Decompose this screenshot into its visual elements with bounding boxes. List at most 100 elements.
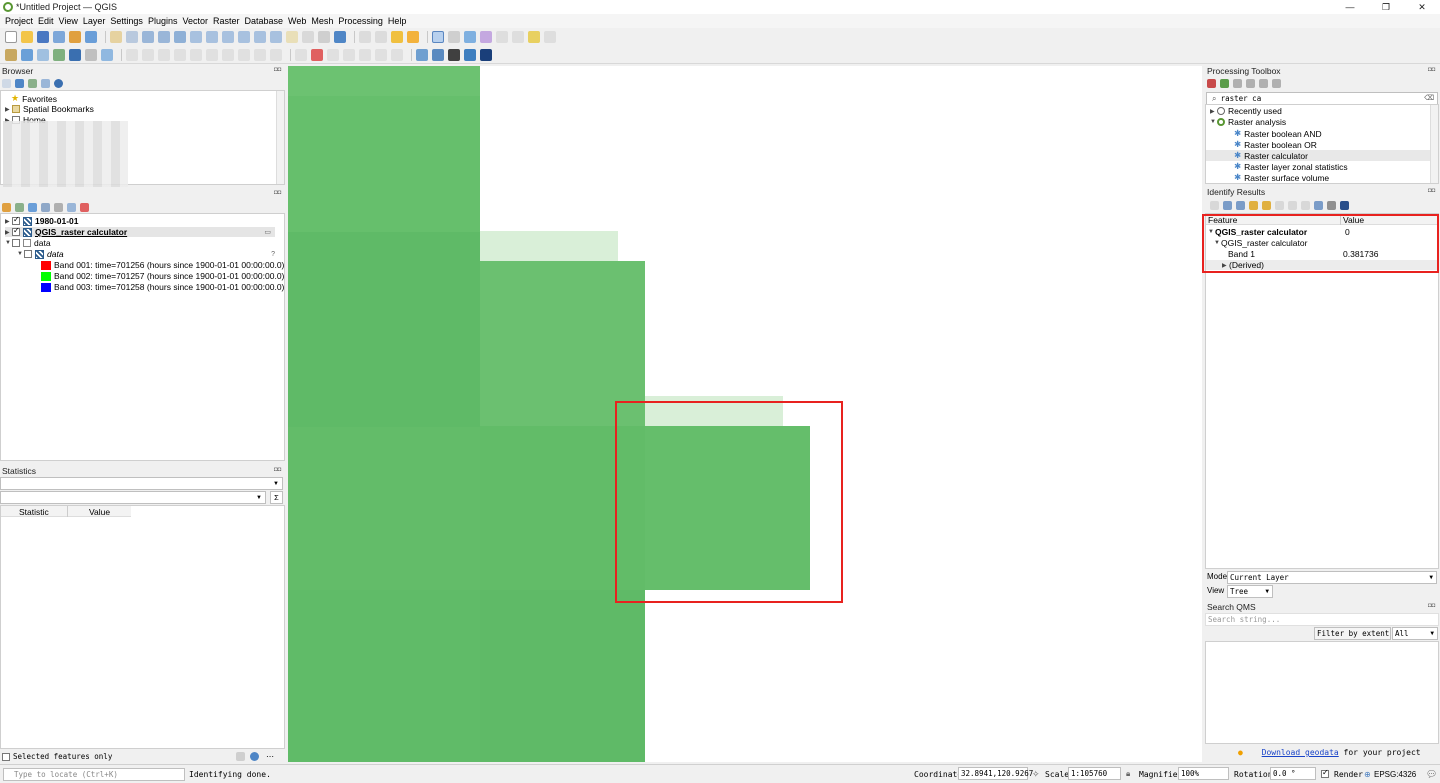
- menu-plugins[interactable]: Plugins: [148, 16, 178, 26]
- scripts-icon[interactable]: [1220, 78, 1229, 88]
- copy-features-icon[interactable]: [222, 48, 234, 61]
- measure-icon[interactable]: [496, 31, 508, 43]
- layer-item-1980[interactable]: ▶ 1980-01-01: [5, 215, 78, 226]
- algorithm-raster-calculator[interactable]: ✱ Raster calculator: [1206, 150, 1431, 161]
- expand-tree-icon[interactable]: [1210, 200, 1219, 210]
- maximize-button[interactable]: ❐: [1368, 0, 1404, 14]
- refresh-stats-icon[interactable]: [250, 752, 259, 761]
- zoom-next-icon[interactable]: [270, 31, 282, 43]
- refresh-icon[interactable]: [334, 31, 346, 43]
- algorithm-raster-boolean-and[interactable]: ✱ Raster boolean AND: [1234, 128, 1322, 139]
- redo-icon[interactable]: [270, 48, 282, 61]
- temporal-controller-icon[interactable]: [318, 31, 330, 43]
- open-project-icon[interactable]: [21, 31, 33, 43]
- layer-item-data[interactable]: ▼ data ?: [17, 249, 279, 259]
- dock-float-icon[interactable]: ◘◘: [1428, 603, 1438, 609]
- render-checkbox[interactable]: [1321, 768, 1329, 778]
- add-wms-icon[interactable]: [85, 48, 97, 61]
- statistics-field-combo[interactable]: ▼: [0, 491, 266, 504]
- selected-features-checkbox[interactable]: [2, 752, 10, 761]
- toolbox-scrollbar[interactable]: [1430, 105, 1438, 183]
- select-by-value-icon[interactable]: [391, 31, 403, 43]
- menu-settings[interactable]: Settings: [110, 16, 143, 26]
- identify-settings-icon[interactable]: [1327, 200, 1336, 210]
- layer-visibility-checkbox[interactable]: [12, 226, 20, 236]
- zoom-native-icon[interactable]: [238, 31, 250, 43]
- pan-icon[interactable]: [110, 31, 122, 43]
- change-label-icon[interactable]: [391, 48, 403, 61]
- select-features-icon[interactable]: [375, 31, 387, 43]
- menu-layer[interactable]: Layer: [83, 16, 106, 26]
- cut-features-icon[interactable]: [206, 48, 218, 61]
- new-project-icon[interactable]: [5, 31, 17, 43]
- map-tips-icon[interactable]: [512, 31, 524, 43]
- save-project-icon[interactable]: [37, 31, 49, 43]
- chevron-down-icon[interactable]: ▼: [5, 240, 12, 246]
- web-service-icon[interactable]: [432, 48, 444, 61]
- algorithm-raster-boolean-or[interactable]: ✱ Raster boolean OR: [1234, 139, 1317, 150]
- chevron-down-icon[interactable]: ▼: [1210, 119, 1217, 125]
- pin-labels-icon[interactable]: [327, 48, 339, 61]
- manage-themes-icon[interactable]: [28, 202, 37, 212]
- globe-icon[interactable]: [416, 48, 428, 61]
- expand-all-icon[interactable]: [54, 202, 63, 212]
- vertex-tool-icon[interactable]: [174, 48, 186, 61]
- plugin-icon[interactable]: [448, 48, 460, 61]
- show-labels-icon[interactable]: [343, 48, 355, 61]
- locator-search-input[interactable]: Type to locate (Ctrl+K): [3, 767, 185, 781]
- rotation-spinbox[interactable]: 0.0 °: [1270, 767, 1316, 780]
- algorithm-zonal-statistics[interactable]: ✱ Raster layer zonal statistics: [1234, 161, 1348, 172]
- open-styling-icon[interactable]: [2, 202, 11, 212]
- zoom-selection-icon[interactable]: [206, 31, 218, 43]
- more-options-button[interactable]: ⋯: [266, 752, 274, 761]
- processing-toolbox-icon[interactable]: [464, 31, 476, 43]
- undo-icon[interactable]: [254, 48, 266, 61]
- add-feature-icon[interactable]: [158, 48, 170, 61]
- expression-button[interactable]: Σ: [270, 491, 283, 504]
- filter-browser-icon[interactable]: [28, 78, 37, 88]
- menu-vector[interactable]: Vector: [182, 16, 208, 26]
- mode-combo[interactable]: Current Layer ▼: [1227, 571, 1437, 584]
- browser-item-bookmarks[interactable]: ▶ Spatial Bookmarks: [5, 104, 94, 114]
- filter-legend-icon[interactable]: [41, 202, 50, 212]
- save-as-icon[interactable]: [53, 31, 65, 43]
- new-layer-icon[interactable]: [101, 48, 113, 61]
- python-console-icon[interactable]: [464, 48, 476, 61]
- add-vector-layer-icon[interactable]: [21, 48, 33, 61]
- close-button[interactable]: ✕: [1404, 0, 1440, 14]
- statistical-summary-icon[interactable]: [480, 31, 492, 43]
- models-icon[interactable]: [1207, 78, 1216, 88]
- collapse-tree-icon[interactable]: [1223, 200, 1232, 210]
- layer-item-raster-calc[interactable]: ▶ QGIS_raster calculator ▭: [5, 226, 275, 237]
- chevron-right-icon[interactable]: ▶: [1210, 108, 1217, 115]
- zoom-full-icon[interactable]: [190, 31, 202, 43]
- toolbox-recently-used[interactable]: ▶ Recently used: [1210, 106, 1282, 116]
- rotate-label-icon[interactable]: [375, 48, 387, 61]
- paste-features-icon[interactable]: [238, 48, 250, 61]
- browser-scrollbar[interactable]: [276, 91, 284, 184]
- bookmark-icon[interactable]: [302, 31, 314, 43]
- help-icon[interactable]: ?: [271, 251, 275, 258]
- info-icon[interactable]: [54, 78, 63, 88]
- statistics-layer-combo[interactable]: ▼: [0, 477, 283, 490]
- zoom-rubber-band-icon[interactable]: [174, 31, 186, 43]
- annotation-icon[interactable]: [528, 31, 540, 43]
- toolbox-group-raster-analysis[interactable]: ▼ Raster analysis: [1210, 117, 1286, 127]
- select-mode-icon[interactable]: [1314, 200, 1323, 210]
- expand-new-icon[interactable]: [1236, 200, 1245, 210]
- menu-view[interactable]: View: [59, 16, 78, 26]
- edit-features-in-place-icon[interactable]: [1259, 78, 1268, 88]
- add-group-icon[interactable]: [15, 202, 24, 212]
- magnifier-spinbox[interactable]: 100%: [1178, 767, 1229, 780]
- coordinate-field[interactable]: 32.8941,120.9267: [958, 767, 1033, 780]
- clear-results-icon[interactable]: [1249, 200, 1258, 210]
- history-icon[interactable]: [1233, 78, 1242, 88]
- minimize-button[interactable]: —: [1332, 0, 1368, 14]
- download-geodata-link[interactable]: Download geodata: [1262, 748, 1339, 757]
- collapse-all-layers-icon[interactable]: [67, 202, 76, 212]
- zoom-last-icon[interactable]: [254, 31, 266, 43]
- map-canvas[interactable]: [288, 66, 1202, 762]
- remove-layer-icon[interactable]: [80, 202, 89, 212]
- toggle-extents-icon[interactable]: ✧: [1032, 769, 1040, 780]
- crs-button[interactable]: EPSG:4326: [1374, 770, 1416, 779]
